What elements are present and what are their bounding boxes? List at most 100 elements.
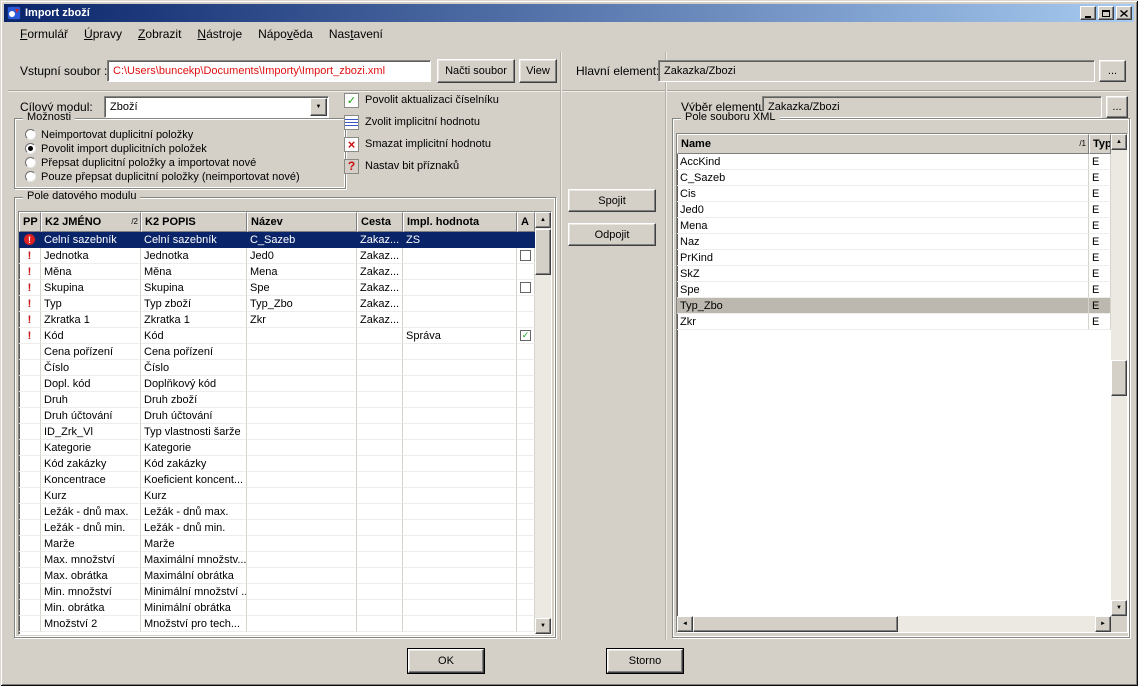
menu-item-nastaveni[interactable]: Nastavení (321, 25, 391, 43)
main-element-field[interactable]: Zakazka/Zbozi (658, 60, 1095, 82)
menu-item-napoveda[interactable]: Nápověda (250, 25, 321, 43)
tool-nastav-bit-priznaku[interactable]: ? Nastav bit příznaků (344, 158, 499, 174)
module-field-row[interactable]: Min. obrátka Minimální obrátka (19, 600, 535, 616)
tool-zvolit-implicitni-hodnotu[interactable]: Zvolit implicitní hodnotu (344, 114, 499, 130)
scroll-thumb[interactable] (535, 229, 551, 275)
view-button[interactable]: View (519, 59, 557, 83)
module-field-row[interactable]: Marže Marže (19, 536, 535, 552)
module-table-vscrollbar[interactable]: ▲ ▼ (535, 212, 551, 634)
column-header-k2-jmeno[interactable]: K2 JMÉNO/2 (41, 212, 141, 232)
element-select-field[interactable]: Zakazka/Zbozi (762, 96, 1102, 118)
module-field-row[interactable]: ! Jednotka Jednotka Jed0 Zakaz... (19, 248, 535, 264)
xml-field-row[interactable]: AccKind E (677, 154, 1111, 170)
module-field-row[interactable]: Druh účtování Druh účtování (19, 408, 535, 424)
xml-field-row[interactable]: Zkr E (677, 314, 1111, 330)
main-element-browse-button[interactable]: ... (1099, 60, 1126, 82)
disconnect-button[interactable]: Odpojit (568, 223, 656, 246)
name-cell (247, 376, 357, 392)
radio-povolit-import-duplicitnich-polozek[interactable]: Povolit import duplicitních položek (25, 142, 341, 155)
module-field-row[interactable]: ! Typ Typ zboží Typ_Zbo Zakaz... (19, 296, 535, 312)
module-field-row[interactable]: Kurz Kurz (19, 488, 535, 504)
module-field-row[interactable]: Ležák - dnů max. Ležák - dnů max. (19, 504, 535, 520)
ok-button[interactable]: OK (407, 648, 485, 674)
module-field-row[interactable]: Ležák - dnů min. Ležák - dnů min. (19, 520, 535, 536)
connect-button[interactable]: Spojit (568, 189, 656, 212)
active-cell (517, 280, 535, 296)
maximize-button[interactable] (1098, 6, 1114, 20)
minimize-button[interactable] (1080, 6, 1096, 20)
module-field-row[interactable]: ! Celní sazebník Celní sazebník C_Sazeb Zaka… (19, 232, 535, 248)
column-header-cesta[interactable]: Cesta (357, 212, 403, 232)
input-file-field[interactable]: C:\Users\buncekp\Documents\Importy\Impor… (107, 60, 431, 82)
path-cell (357, 408, 403, 424)
column-header-impl-hodnota[interactable]: Impl. hodnota (403, 212, 517, 232)
scroll-down-icon[interactable]: ▼ (535, 618, 551, 634)
module-field-row[interactable]: Koncentrace Koeficient koncent... (19, 472, 535, 488)
radio-prepsat-duplicitni-polozky-a-importovat-nove[interactable]: Přepsat duplicitní položky a importovat … (25, 156, 341, 169)
chevron-down-icon[interactable]: ▼ (310, 98, 327, 116)
menu-item-nastroje[interactable]: Nástroje (189, 25, 250, 43)
scroll-left-icon[interactable]: ◄ (677, 616, 693, 632)
module-field-row[interactable]: Číslo Číslo (19, 360, 535, 376)
column-header-a[interactable]: A (517, 212, 535, 232)
module-field-row[interactable]: ! Skupina Skupina Spe Zakaz... (19, 280, 535, 296)
module-field-row[interactable]: Kód zakázky Kód zakázky (19, 456, 535, 472)
scroll-down-icon[interactable]: ▼ (1111, 600, 1127, 616)
tool-smazat-implicitni-hodnotu[interactable]: × Smazat implicitní hodnotu (344, 136, 499, 152)
column-header-name[interactable]: Name/1 (677, 134, 1089, 154)
scroll-thumb[interactable] (1111, 360, 1127, 396)
checkbox-checked[interactable]: ✓ (520, 330, 531, 341)
radio-pouze-prepsat-duplicitni-polozky-neimportovat-nove[interactable]: Pouze přepsat duplicitní položky (neimpo… (25, 170, 341, 183)
menu-item-zobrazit[interactable]: Zobrazit (130, 25, 189, 43)
xml-field-row[interactable]: Typ_Zbo E (677, 298, 1111, 314)
menubar: Formulář Úpravy Zobrazit Nástroje Nápověda Na… (4, 23, 1134, 44)
xml-typ-cell: E (1089, 282, 1111, 298)
radio-neimportovat-duplicitni-polozky[interactable]: Neimportovat duplicitní položky (25, 128, 341, 141)
scroll-up-icon[interactable]: ▲ (1111, 134, 1127, 150)
checkbox-unchecked[interactable] (520, 282, 531, 293)
checkbox-unchecked[interactable] (520, 250, 531, 261)
close-button[interactable] (1116, 6, 1132, 20)
scroll-right-icon[interactable]: ► (1095, 616, 1111, 632)
xml-field-row[interactable]: Spe E (677, 282, 1111, 298)
module-field-row[interactable]: ! Měna Měna Mena Zakaz... (19, 264, 535, 280)
module-field-row[interactable]: Množství 2 Množství pro tech... (19, 616, 535, 632)
target-module-combobox[interactable]: Zboží ▼ (104, 96, 329, 118)
column-header-typ[interactable]: Typ (1089, 134, 1111, 154)
element-browse-button[interactable]: ... (1106, 96, 1128, 118)
module-field-row[interactable]: Dopl. kód Doplňkový kód (19, 376, 535, 392)
module-field-row[interactable]: ID_Zrk_Vl Typ vlastnosti šarže (19, 424, 535, 440)
k2-desc-cell: Druh zboží (141, 392, 247, 408)
cancel-button[interactable]: Storno (606, 648, 684, 674)
module-field-row[interactable]: Kategorie Kategorie (19, 440, 535, 456)
menu-item-upravy[interactable]: Úpravy (76, 25, 130, 43)
module-field-row[interactable]: ! Kód Kód Správa ✓ (19, 328, 535, 344)
column-header-nazev[interactable]: Název (247, 212, 357, 232)
module-field-row[interactable]: Druh Druh zboží (19, 392, 535, 408)
module-field-row[interactable]: Min. množství Minimální množství ... (19, 584, 535, 600)
xml-table-hscrollbar[interactable]: ◄ ► (677, 616, 1111, 632)
scroll-up-icon[interactable]: ▲ (535, 212, 551, 228)
xml-field-row[interactable]: Jed0 E (677, 202, 1111, 218)
impl-value-cell (403, 520, 517, 536)
path-cell: Zakaz... (357, 232, 403, 248)
module-field-row[interactable]: ! Zkratka 1 Zkratka 1 Zkr Zakaz... (19, 312, 535, 328)
tool-povolit-aktualizaci-ciselniku[interactable]: ✓ Povolit aktualizaci číselníku (344, 92, 499, 108)
menu-item-formular[interactable]: Formulář (12, 25, 76, 43)
xml-field-row[interactable]: C_Sazeb E (677, 170, 1111, 186)
module-field-row[interactable]: Max. obrátka Maximální obrátka (19, 568, 535, 584)
xml-typ-cell: E (1089, 234, 1111, 250)
xml-table-vscrollbar[interactable]: ▲ ▼ (1111, 134, 1127, 616)
module-field-row[interactable]: Cena pořízení Cena pořízení (19, 344, 535, 360)
xml-field-row[interactable]: Cis E (677, 186, 1111, 202)
module-field-row[interactable]: Max. množství Maximální množstv... (19, 552, 535, 568)
titlebar[interactable]: Import zboží (4, 4, 1134, 22)
xml-field-row[interactable]: Naz E (677, 234, 1111, 250)
load-file-button[interactable]: Načti soubor (437, 59, 515, 83)
xml-field-row[interactable]: SkZ E (677, 266, 1111, 282)
column-header-k2-popis[interactable]: K2 POPIS (141, 212, 247, 232)
xml-field-row[interactable]: Mena E (677, 218, 1111, 234)
column-header-pp[interactable]: PP (19, 212, 41, 232)
xml-field-row[interactable]: PrKind E (677, 250, 1111, 266)
scroll-thumb[interactable] (693, 616, 898, 632)
